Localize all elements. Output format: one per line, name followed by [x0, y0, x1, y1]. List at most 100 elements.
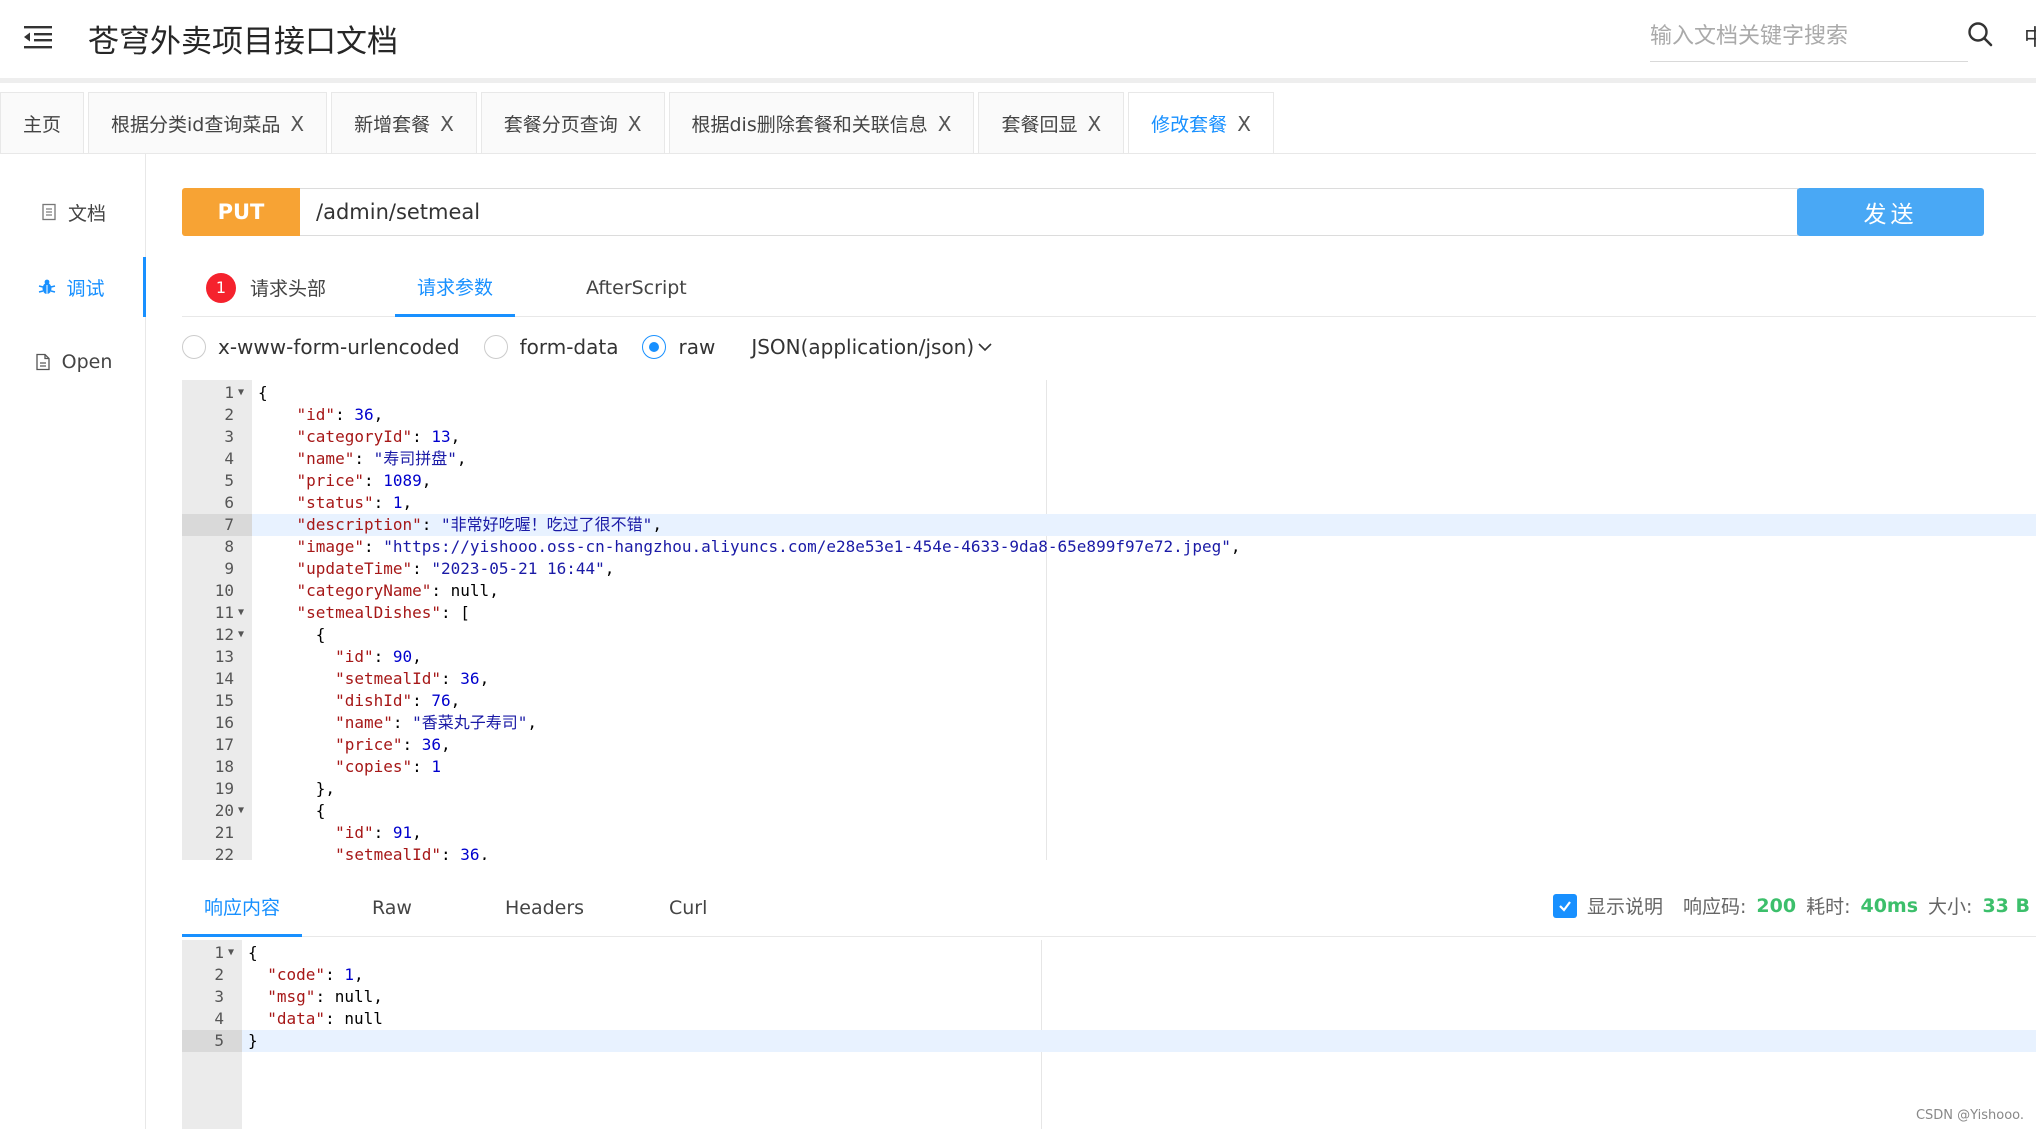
radio-form-data[interactable]: form-data [483, 335, 619, 359]
radio-circle[interactable] [483, 335, 508, 359]
line-number: 6 [224, 493, 234, 512]
nav-item-debug[interactable]: 调试 [0, 257, 146, 317]
code-line[interactable]: 8 "image": "https://yishooo.oss-cn-hangz… [182, 536, 2036, 558]
tab-label: 套餐分页查询 [503, 114, 618, 136]
code-line[interactable]: 13 "id": 90, [182, 646, 2036, 668]
tab-response-headers[interactable]: Headers [505, 878, 584, 937]
close-icon[interactable]: X [440, 112, 454, 136]
code-text: "msg": null, [267, 987, 383, 1006]
code-text: "name": "香菜丸子寿司", [335, 713, 538, 732]
code-line[interactable]: 2 "code": 1, [182, 964, 2036, 986]
code-line[interactable]: 9 "updateTime": "2023-05-21 16:44", [182, 558, 2036, 580]
line-number: 12 [214, 625, 234, 644]
check-icon [1559, 900, 1571, 912]
code-line[interactable]: 16 "name": "香菜丸子寿司", [182, 712, 2036, 734]
fold-toggle-icon[interactable]: ▼ [238, 800, 244, 822]
nav-item-label: Open [61, 351, 113, 373]
tab-update-setmeal[interactable]: 修改套餐 X [1128, 92, 1274, 154]
show-desc-label: 显示说明 [1586, 896, 1663, 918]
radio-circle[interactable] [182, 335, 206, 359]
tab-setmeal-page-query[interactable]: 套餐分页查询 X [480, 92, 665, 154]
close-icon[interactable]: X [290, 112, 304, 136]
code-line[interactable]: 2 "id": 36, [182, 404, 2036, 426]
line-number: 11 [214, 603, 234, 622]
radio-urlencoded[interactable]: x-www-form-urlencoded [182, 335, 460, 359]
code-line[interactable]: 5 "price": 1089, [182, 470, 2036, 492]
app-header: 苍穹外卖项目接口文档 中 [0, 0, 2036, 83]
tab-response-curl[interactable]: Curl [669, 878, 707, 937]
menu-collapse-icon[interactable] [24, 25, 52, 49]
tab-home[interactable]: 主页 [0, 92, 85, 154]
code-line[interactable]: 19 }, [182, 778, 2036, 800]
close-icon[interactable]: X [938, 112, 952, 136]
line-number: 3 [224, 427, 234, 446]
code-line[interactable]: 21 "id": 91, [182, 822, 2036, 844]
fold-toggle-icon[interactable]: ▼ [228, 942, 234, 964]
code-line[interactable]: 12 ▼ { [182, 624, 2036, 646]
close-icon[interactable]: X [1087, 112, 1101, 136]
code-line[interactable]: 4 "data": null [182, 1008, 2036, 1030]
document-tabs: 主页 根据分类id查询菜品 X 新增套餐 X 套餐分页查询 X 根据dis删除套… [0, 92, 1278, 154]
tab-label: 主页 [23, 114, 62, 136]
code-text: "status": 1, [296, 493, 413, 512]
tab-response-content[interactable]: 响应内容 [182, 878, 302, 937]
close-icon[interactable]: X [1237, 112, 1251, 136]
code-line[interactable]: 20 ▼ { [182, 800, 2036, 822]
code-text: { [258, 801, 326, 820]
code-line[interactable]: 15 "dishId": 76, [182, 690, 2036, 712]
code-line[interactable]: 10 "categoryName": null, [182, 580, 2036, 602]
code-line[interactable]: 6 "status": 1, [182, 492, 2036, 514]
content-type-select[interactable]: JSON(application/json) [751, 335, 992, 359]
send-button[interactable]: 发送 [1797, 188, 1984, 236]
code-line[interactable]: 7 "description": "非常好吃喔！吃过了很不错", [182, 514, 2036, 536]
request-body-editor[interactable]: 1 ▼{2 "id": 36, 3 "categoryId": 13, 4 "name… [182, 380, 2036, 860]
headers-count-badge: 1 [206, 272, 236, 303]
url-input[interactable] [300, 188, 1798, 236]
response-tabs: 响应内容 Raw Headers Curl 显示说明 响应码: 200 耗时: … [182, 878, 2036, 937]
fold-toggle-icon[interactable]: ▼ [238, 624, 244, 646]
code-line[interactable]: 17 "price": 36, [182, 734, 2036, 756]
search-box [1650, 14, 1968, 62]
nav-item-open[interactable]: Open [0, 332, 146, 392]
tab-request-params[interactable]: 请求参数 [395, 258, 515, 317]
show-desc-checkbox[interactable] [1552, 893, 1577, 918]
code-text: "updateTime": "2023-05-21 16:44", [296, 559, 615, 578]
code-line[interactable]: 18 "copies": 1 [182, 756, 2036, 778]
tab-label: Headers [505, 896, 585, 919]
code-text: }, [258, 779, 336, 798]
tab-response-raw[interactable]: Raw [372, 878, 412, 937]
code-line[interactable]: 11 ▼ "setmealDishes": [ [182, 602, 2036, 624]
tab-add-setmeal[interactable]: 新增套餐 X [331, 92, 477, 154]
watermark: CSDN @Yishooo. [1915, 1108, 2024, 1123]
radio-raw[interactable]: raw [642, 335, 715, 359]
nav-item-docs[interactable]: 文档 [0, 182, 146, 242]
search-icon[interactable] [1966, 20, 1994, 48]
code-text: "id": 90, [335, 647, 422, 666]
close-icon[interactable]: X [628, 112, 642, 136]
code-line[interactable]: 5} [182, 1030, 2036, 1052]
line-number: 18 [214, 757, 234, 776]
tab-delete-setmeal[interactable]: 根据dis删除套餐和关联信息 X [668, 92, 975, 154]
code-line[interactable]: 1 ▼ { [182, 382, 2036, 404]
fold-toggle-icon[interactable]: ▼ [238, 602, 244, 624]
search-input[interactable] [1650, 14, 1940, 58]
radio-circle[interactable] [642, 335, 667, 359]
code-line[interactable]: 14 "setmealId": 36, [182, 668, 2036, 690]
tab-query-dish-by-category[interactable]: 根据分类id查询菜品 X [88, 92, 328, 154]
bug-icon [39, 279, 56, 294]
code-text: "id": 36, [296, 405, 384, 424]
code-line[interactable]: 4 "name": "寿司拼盘", [182, 448, 2036, 470]
code-line[interactable]: 3 "categoryId": 13, [182, 426, 2036, 448]
tab-afterscript[interactable]: AfterScript [586, 258, 687, 317]
language-toggle[interactable]: 中 [2024, 20, 2036, 52]
code-line[interactable]: 3 "msg": null, [182, 986, 2036, 1008]
http-method-badge[interactable]: PUT [182, 188, 300, 236]
response-body-editor[interactable]: 1 ▼{2 "code": 1, 3 "msg": null, 4 "data": n… [182, 940, 2036, 1129]
tab-request-headers[interactable]: 1 请求头部 [206, 258, 326, 317]
fold-toggle-icon[interactable]: ▼ [238, 382, 244, 404]
code-line[interactable]: 22 "setmealId": 36, [182, 844, 2036, 860]
code-line[interactable]: 1 ▼ { [182, 942, 2036, 964]
radio-label: form-data [519, 335, 619, 359]
line-number: 2 [224, 405, 234, 424]
tab-setmeal-echo[interactable]: 套餐回显 X [978, 92, 1125, 154]
